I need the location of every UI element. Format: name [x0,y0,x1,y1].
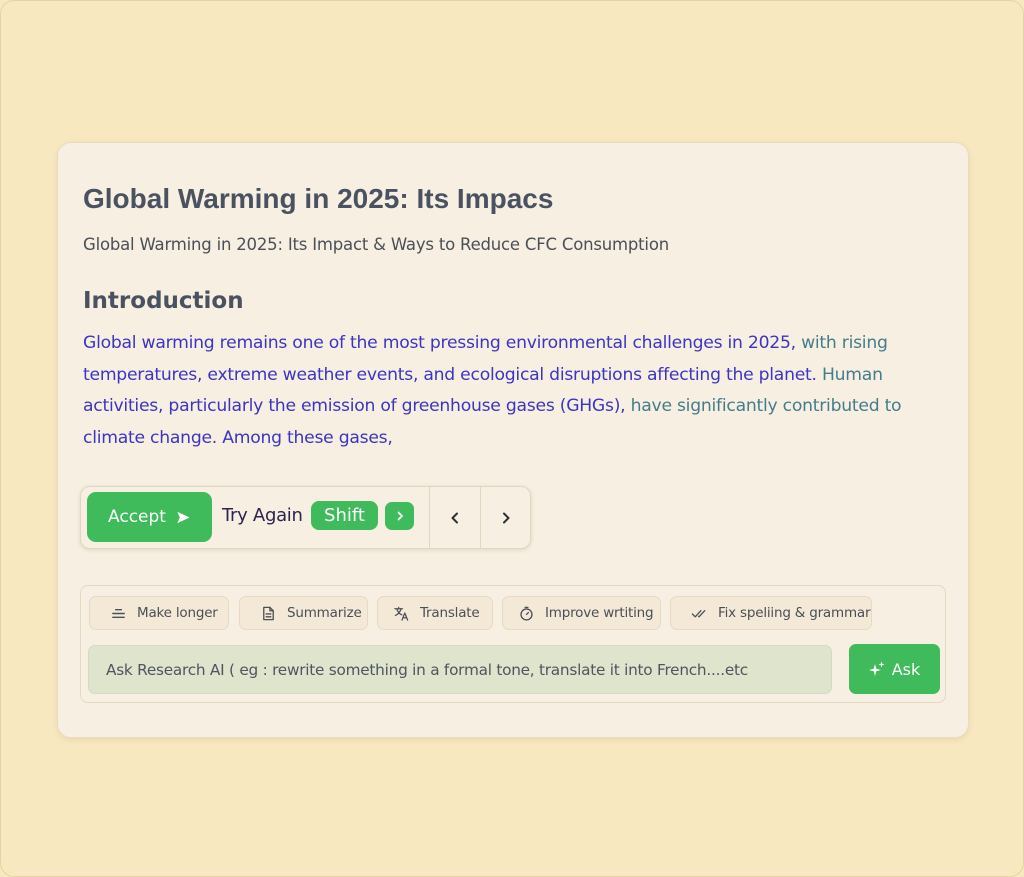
chip-label: Fix speliing & grammar [718,605,871,621]
text-lines-icon [112,608,125,618]
paragraph-segment: with rising [801,333,888,353]
chip-label: Translate [420,605,480,621]
try-again-button[interactable]: Try Again [222,505,303,526]
paragraph-segment: have significantly contributed to [630,396,902,416]
previous-suggestion-button[interactable] [430,487,480,548]
paragraph-segment: temperatures, extreme weather events, an… [83,364,822,385]
make-longer-button[interactable]: Make longer [89,596,229,630]
accept-button-label: Accept [108,507,166,527]
paragraph-segment: climate change. Among these gases, [83,427,393,448]
paragraph-segment: activities, particularly the emission of… [83,396,631,416]
suggestion-action-bar: Accept Try Again Shift [80,486,531,549]
document-title[interactable]: Global Warming in 2025: Its Impacs [83,183,553,215]
timer-icon [520,606,533,621]
chevron-right-icon [503,512,510,523]
editor-card: Global Warming in 2025: Its Impacs Globa… [57,142,969,738]
improve-writing-button[interactable]: Improve wrtiting [502,596,661,630]
chevron-right-key-badge [385,502,414,530]
chevron-right-icon [397,511,403,521]
section-heading[interactable]: Introduction [83,288,244,314]
accept-button[interactable]: Accept [87,492,212,542]
double-check-icon [691,609,706,617]
ask-button[interactable]: Ask [849,644,940,694]
ask-research-ai-input[interactable] [88,645,832,694]
chevron-left-icon [451,512,458,523]
translate-button[interactable]: Translate [377,596,493,630]
translate-icon [394,606,409,621]
ai-suggestion-paragraph[interactable]: Global warming remains one of the most p… [83,328,953,454]
summarize-button[interactable]: Summarize [239,596,368,630]
next-suggestion-button[interactable] [481,487,531,548]
paragraph-segment: Human [821,364,883,385]
chip-label: Summarize [287,605,362,621]
chip-label: Improve wrtiting [545,605,654,621]
document-subtitle[interactable]: Global Warming in 2025: Its Impact & Way… [83,235,669,254]
ai-assist-panel: Make longer Summarize Translate Improve … [80,585,946,703]
shift-key-badge: Shift [311,501,378,530]
ask-button-label: Ask [891,659,921,679]
send-arrow-icon [177,511,190,523]
app-frame: Global Warming in 2025: Its Impacs Globa… [0,0,1024,877]
fix-spelling-grammar-button[interactable]: Fix speliing & grammar [670,596,872,630]
paragraph-segment: Global warming remains one of the most p… [83,333,802,353]
chip-label: Make longer [137,605,218,621]
sparkle-icon [868,661,885,676]
document-icon [263,606,274,620]
